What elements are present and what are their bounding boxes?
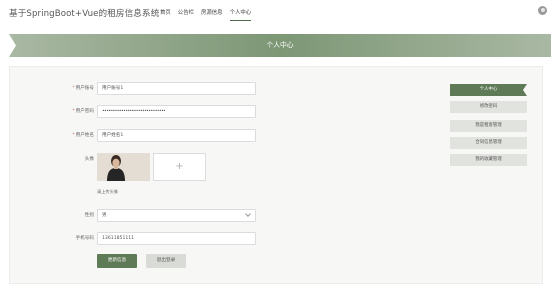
user-avatar-icon[interactable]: [538, 6, 547, 15]
chevron-down-icon: [245, 211, 251, 217]
nav-item-listings[interactable]: 房源信息: [201, 8, 223, 21]
page-banner: 个人中心: [9, 34, 551, 57]
username-label: *用户账号: [72, 86, 94, 91]
top-bar: 基于SpringBoot+Vue的租房信息系统 首页 公告栏 房源信息 个人中心: [0, 0, 553, 28]
username-field[interactable]: 用户账号1: [97, 82, 256, 95]
main-nav: 首页 公告栏 房源信息 个人中心: [160, 8, 252, 21]
nav-item-notices[interactable]: 公告栏: [178, 8, 194, 21]
avatar-photo-image: [97, 153, 150, 181]
logout-button[interactable]: 退出登录: [146, 254, 186, 268]
nav-item-home[interactable]: 首页: [160, 8, 171, 21]
nav-item-profile[interactable]: 个人中心: [229, 8, 252, 21]
profile-panel: [9, 66, 543, 284]
side-item-favorites-management[interactable]: 我的收藏管理: [450, 154, 527, 166]
password-label-row: *用户密码: [14, 105, 94, 118]
password-label: *用户密码: [72, 109, 94, 114]
name-field[interactable]: 用户姓名1: [97, 129, 256, 142]
name-label-row: *用户姓名: [14, 129, 94, 142]
avatar-upload-button[interactable]: +: [153, 153, 206, 181]
update-info-button[interactable]: 更新信息: [97, 254, 137, 268]
page-title: 个人中心: [266, 41, 294, 49]
site-title[interactable]: 基于SpringBoot+Vue的租房信息系统: [9, 7, 159, 19]
side-item-profile[interactable]: 个人中心: [450, 84, 527, 96]
gender-select-value: 男: [102, 213, 107, 218]
side-item-profile-label: 个人中心: [479, 87, 498, 92]
phone-label: 手机号码: [75, 236, 94, 241]
plus-icon: +: [175, 161, 184, 172]
side-item-contract-management[interactable]: 合同信息管理: [450, 137, 527, 149]
avatar-photo[interactable]: [97, 153, 150, 181]
avatar-label-row: 头像: [14, 153, 94, 166]
avatar-label: 头像: [84, 157, 94, 162]
side-item-tenant-management[interactable]: 我是租客管理: [450, 120, 527, 132]
gender-label: 性别: [84, 213, 94, 218]
avatar-upload-hint: 请上传头像: [97, 189, 118, 194]
gender-select[interactable]: 男: [97, 209, 256, 222]
password-field[interactable]: ••••••••••••••••••••••••••••••: [97, 105, 256, 118]
phone-label-row: 手机号码: [14, 232, 94, 245]
gender-label-row: 性别: [14, 209, 94, 222]
username-label-row: *用户账号: [14, 82, 94, 95]
name-label: *用户姓名: [72, 133, 94, 138]
phone-field[interactable]: 13611851111: [97, 232, 256, 245]
side-item-change-password[interactable]: 修改密码: [450, 101, 527, 113]
